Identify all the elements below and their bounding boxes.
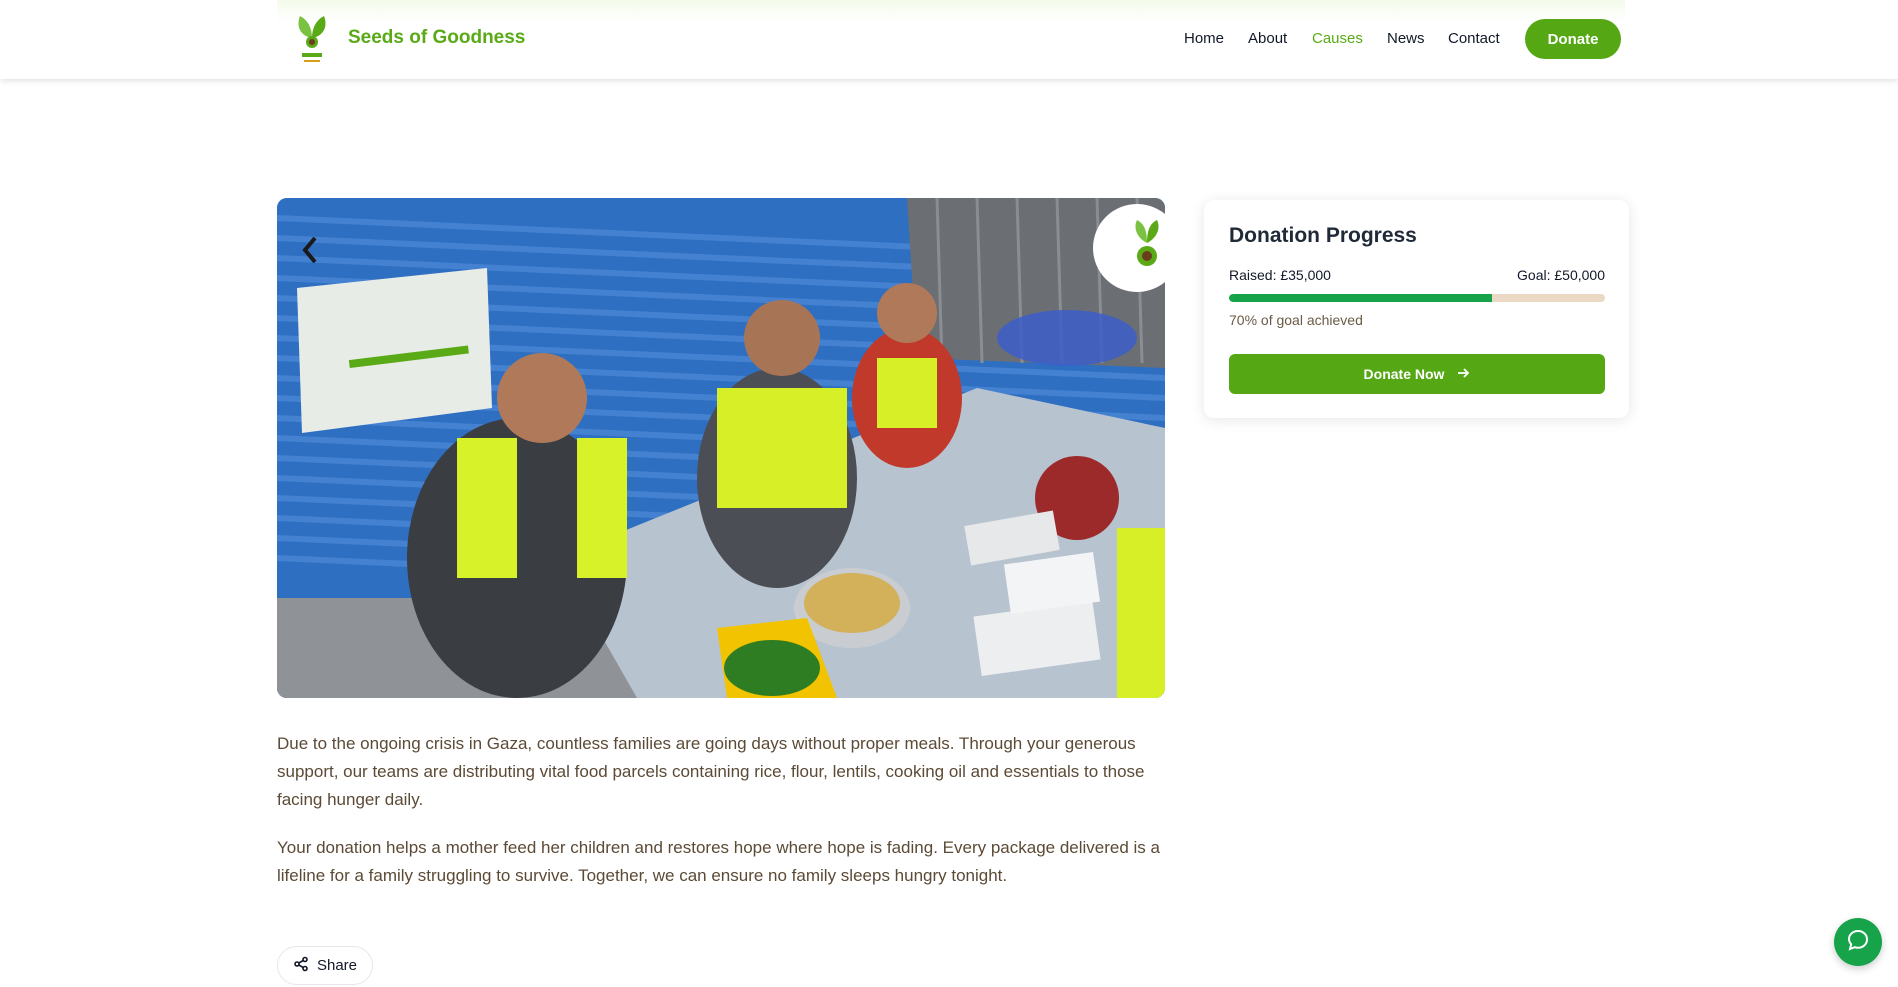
- card-title: Donation Progress: [1229, 224, 1417, 247]
- raised-amount: Raised: £35,000: [1229, 267, 1331, 283]
- donate-button[interactable]: Donate: [1525, 19, 1621, 59]
- cause-image: [277, 198, 1165, 698]
- nav-home[interactable]: Home: [1184, 30, 1224, 47]
- header-tint: [277, 0, 1625, 22]
- progress-bar-fill: [1229, 294, 1493, 302]
- brand-name[interactable]: Seeds of Goodness: [348, 27, 525, 49]
- cause-description-2: Your donation helps a mother feed her ch…: [277, 838, 1160, 885]
- cause-description-1: Due to the ongoing crisis in Gaza, count…: [277, 734, 1145, 809]
- nav-about[interactable]: About: [1248, 30, 1287, 47]
- share-button[interactable]: Share: [277, 946, 373, 985]
- goal-amount: Goal: £50,000: [1517, 267, 1605, 283]
- chat-button[interactable]: [1834, 918, 1882, 966]
- donation-progress-card: Donation Progress Raised: £35,000 Goal: …: [1204, 200, 1629, 418]
- nav-contact[interactable]: Contact: [1448, 30, 1500, 47]
- donate-now-button[interactable]: Donate Now: [1229, 354, 1605, 394]
- chat-bubble-icon: [1846, 928, 1870, 957]
- progress-text: 70% of goal achieved: [1229, 312, 1363, 328]
- donate-now-label: Donate Now: [1363, 366, 1445, 382]
- nav-news[interactable]: News: [1387, 30, 1425, 47]
- site-header: Seeds of Goodness Home About Causes News…: [0, 0, 1898, 79]
- share-label: Share: [316, 957, 358, 974]
- progress-bar: [1229, 294, 1605, 302]
- nav-causes[interactable]: Causes: [1312, 30, 1363, 47]
- arrow-right-icon: [1456, 366, 1470, 383]
- sprout-logo-icon[interactable]: [290, 8, 335, 68]
- share-icon: [293, 956, 309, 976]
